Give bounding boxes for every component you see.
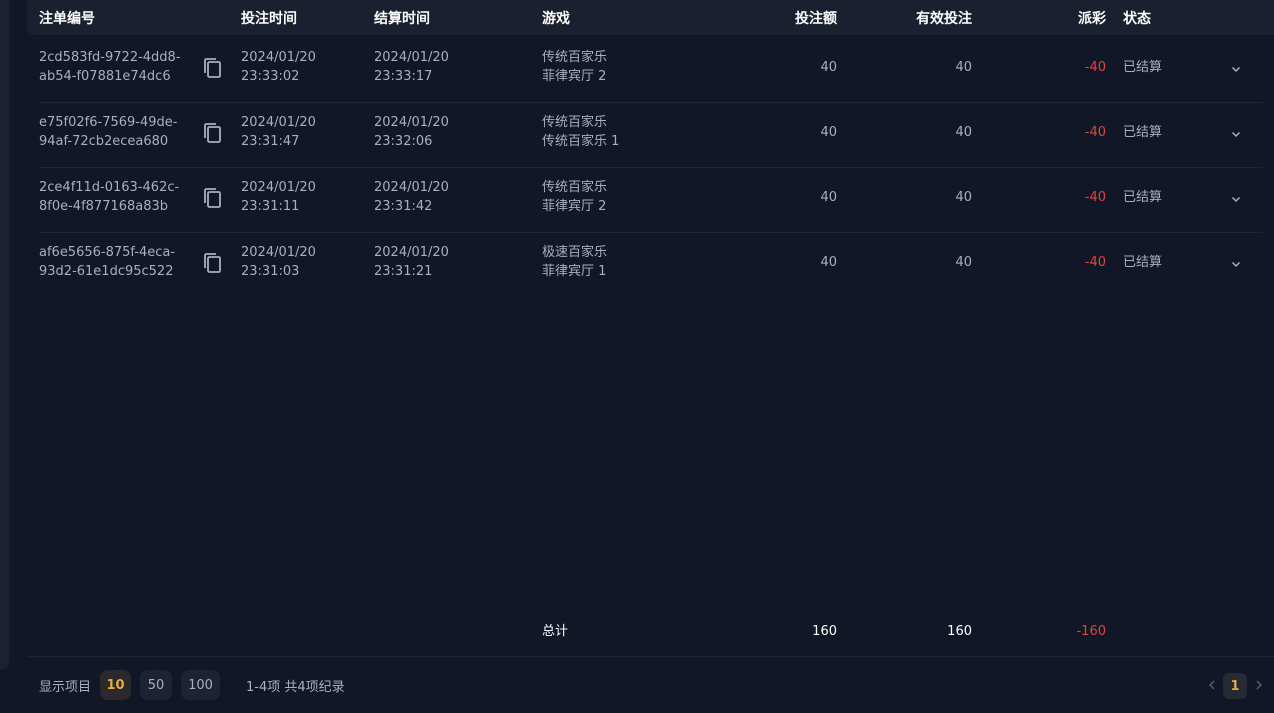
- settle-date: 2024/01/20: [374, 180, 449, 195]
- table-header: 注单编号 投注时间 结算时间 游戏 投注额 有效投注 派彩 状态: [27, 0, 1274, 35]
- page-size-100-button[interactable]: 100: [181, 670, 220, 700]
- copy-icon[interactable]: [202, 187, 222, 209]
- bet-amount: 40: [820, 125, 837, 140]
- header-settle-time: 结算时间: [374, 11, 430, 27]
- settle-date: 2024/01/20: [374, 115, 449, 130]
- game-name: 传统百家乐: [542, 180, 608, 195]
- table-row: 2ce4f11d-0163-462c- 8f0e-4f877168a83b 2024…: [0, 178, 1274, 243]
- settle-clock: 23:33:17: [374, 69, 433, 84]
- page-size-50-button[interactable]: 50: [140, 670, 172, 700]
- total-label: 总计: [542, 624, 569, 639]
- bet-date: 2024/01/20: [241, 180, 316, 195]
- game-room: 菲律宾厅 2: [542, 69, 607, 84]
- chevron-right-icon[interactable]: [1254, 679, 1264, 691]
- settle-date: 2024/01/20: [374, 50, 449, 65]
- bet-amount: 40: [820, 60, 837, 75]
- game-room: 菲律宾厅 2: [542, 199, 607, 214]
- valid-bet: 40: [955, 255, 972, 270]
- payout: -40: [1084, 255, 1106, 270]
- table-row: e75f02f6-7569-49de- 94af-72cb2ecea680 2024…: [0, 113, 1274, 178]
- game-room: 传统百家乐 1: [542, 134, 620, 149]
- bet-date: 2024/01/20: [241, 245, 316, 260]
- game-name: 传统百家乐: [542, 50, 608, 65]
- order-id-line2: ab54-f07881e74dc6: [39, 69, 171, 84]
- order-id-line1: 2cd583fd-9722-4dd8-: [39, 50, 181, 65]
- table-row: 2cd583fd-9722-4dd8- ab54-f07881e74dc6 2024…: [0, 48, 1274, 113]
- chevron-down-icon[interactable]: [1230, 193, 1242, 205]
- order-id-line2: 94af-72cb2ecea680: [39, 134, 169, 149]
- settle-clock: 23:32:06: [374, 134, 433, 149]
- order-id-line1: 2ce4f11d-0163-462c-: [39, 180, 180, 195]
- header-game: 游戏: [542, 11, 570, 27]
- chevron-down-icon[interactable]: [1230, 258, 1242, 270]
- page-size-10-button[interactable]: 10: [100, 670, 131, 700]
- footer-divider: [27, 656, 1274, 657]
- status-text: 已结算: [1123, 190, 1163, 205]
- payout: -40: [1084, 190, 1106, 205]
- bet-date: 2024/01/20: [241, 115, 316, 130]
- valid-bet: 40: [955, 190, 972, 205]
- status-text: 已结算: [1123, 125, 1163, 140]
- header-bet-time: 投注时间: [241, 11, 297, 27]
- copy-icon[interactable]: [202, 122, 222, 144]
- row-divider: [39, 167, 1263, 168]
- bet-clock: 23:31:11: [241, 199, 300, 214]
- game-name: 极速百家乐: [542, 245, 608, 260]
- payout: -40: [1084, 125, 1106, 140]
- total-payout: -160: [1076, 624, 1106, 639]
- total-valid-bet: 160: [947, 624, 972, 639]
- table-row: af6e5656-875f-4eca- 93d2-61e1dc95c522 2024…: [0, 243, 1274, 308]
- order-id-line1: af6e5656-875f-4eca-: [39, 245, 176, 260]
- settle-clock: 23:31:42: [374, 199, 433, 214]
- game-name: 传统百家乐: [542, 115, 608, 130]
- bet-clock: 23:33:02: [241, 69, 300, 84]
- row-divider: [39, 232, 1263, 233]
- bet-clock: 23:31:03: [241, 264, 300, 279]
- header-payout: 派彩: [1078, 11, 1106, 27]
- game-room: 菲律宾厅 1: [542, 264, 607, 279]
- chevron-left-icon[interactable]: [1207, 679, 1217, 691]
- bet-amount: 40: [820, 255, 837, 270]
- header-bet-amount: 投注额: [795, 11, 837, 27]
- bet-clock: 23:31:47: [241, 134, 300, 149]
- header-status: 状态: [1123, 11, 1151, 27]
- header-valid-bet: 有效投注: [916, 11, 972, 27]
- chevron-down-icon[interactable]: [1230, 63, 1242, 75]
- row-divider: [39, 102, 1263, 103]
- order-id-line2: 93d2-61e1dc95c522: [39, 264, 174, 279]
- order-id-line2: 8f0e-4f877168a83b: [39, 199, 169, 214]
- bet-amount: 40: [820, 190, 837, 205]
- status-text: 已结算: [1123, 255, 1163, 270]
- page-1-button[interactable]: 1: [1223, 673, 1247, 699]
- valid-bet: 40: [955, 125, 972, 140]
- record-range-text: 1-4项 共4项纪录: [246, 680, 345, 695]
- total-bet-amount: 160: [812, 624, 837, 639]
- copy-icon[interactable]: [202, 252, 222, 274]
- valid-bet: 40: [955, 60, 972, 75]
- header-order-id: 注单编号: [39, 11, 95, 27]
- payout: -40: [1084, 60, 1106, 75]
- copy-icon[interactable]: [202, 57, 222, 79]
- settle-date: 2024/01/20: [374, 245, 449, 260]
- page-size-label: 显示项目: [39, 680, 92, 695]
- order-id-line1: e75f02f6-7569-49de-: [39, 115, 178, 130]
- settle-clock: 23:31:21: [374, 264, 433, 279]
- status-text: 已结算: [1123, 60, 1163, 75]
- chevron-down-icon[interactable]: [1230, 128, 1242, 140]
- bet-date: 2024/01/20: [241, 50, 316, 65]
